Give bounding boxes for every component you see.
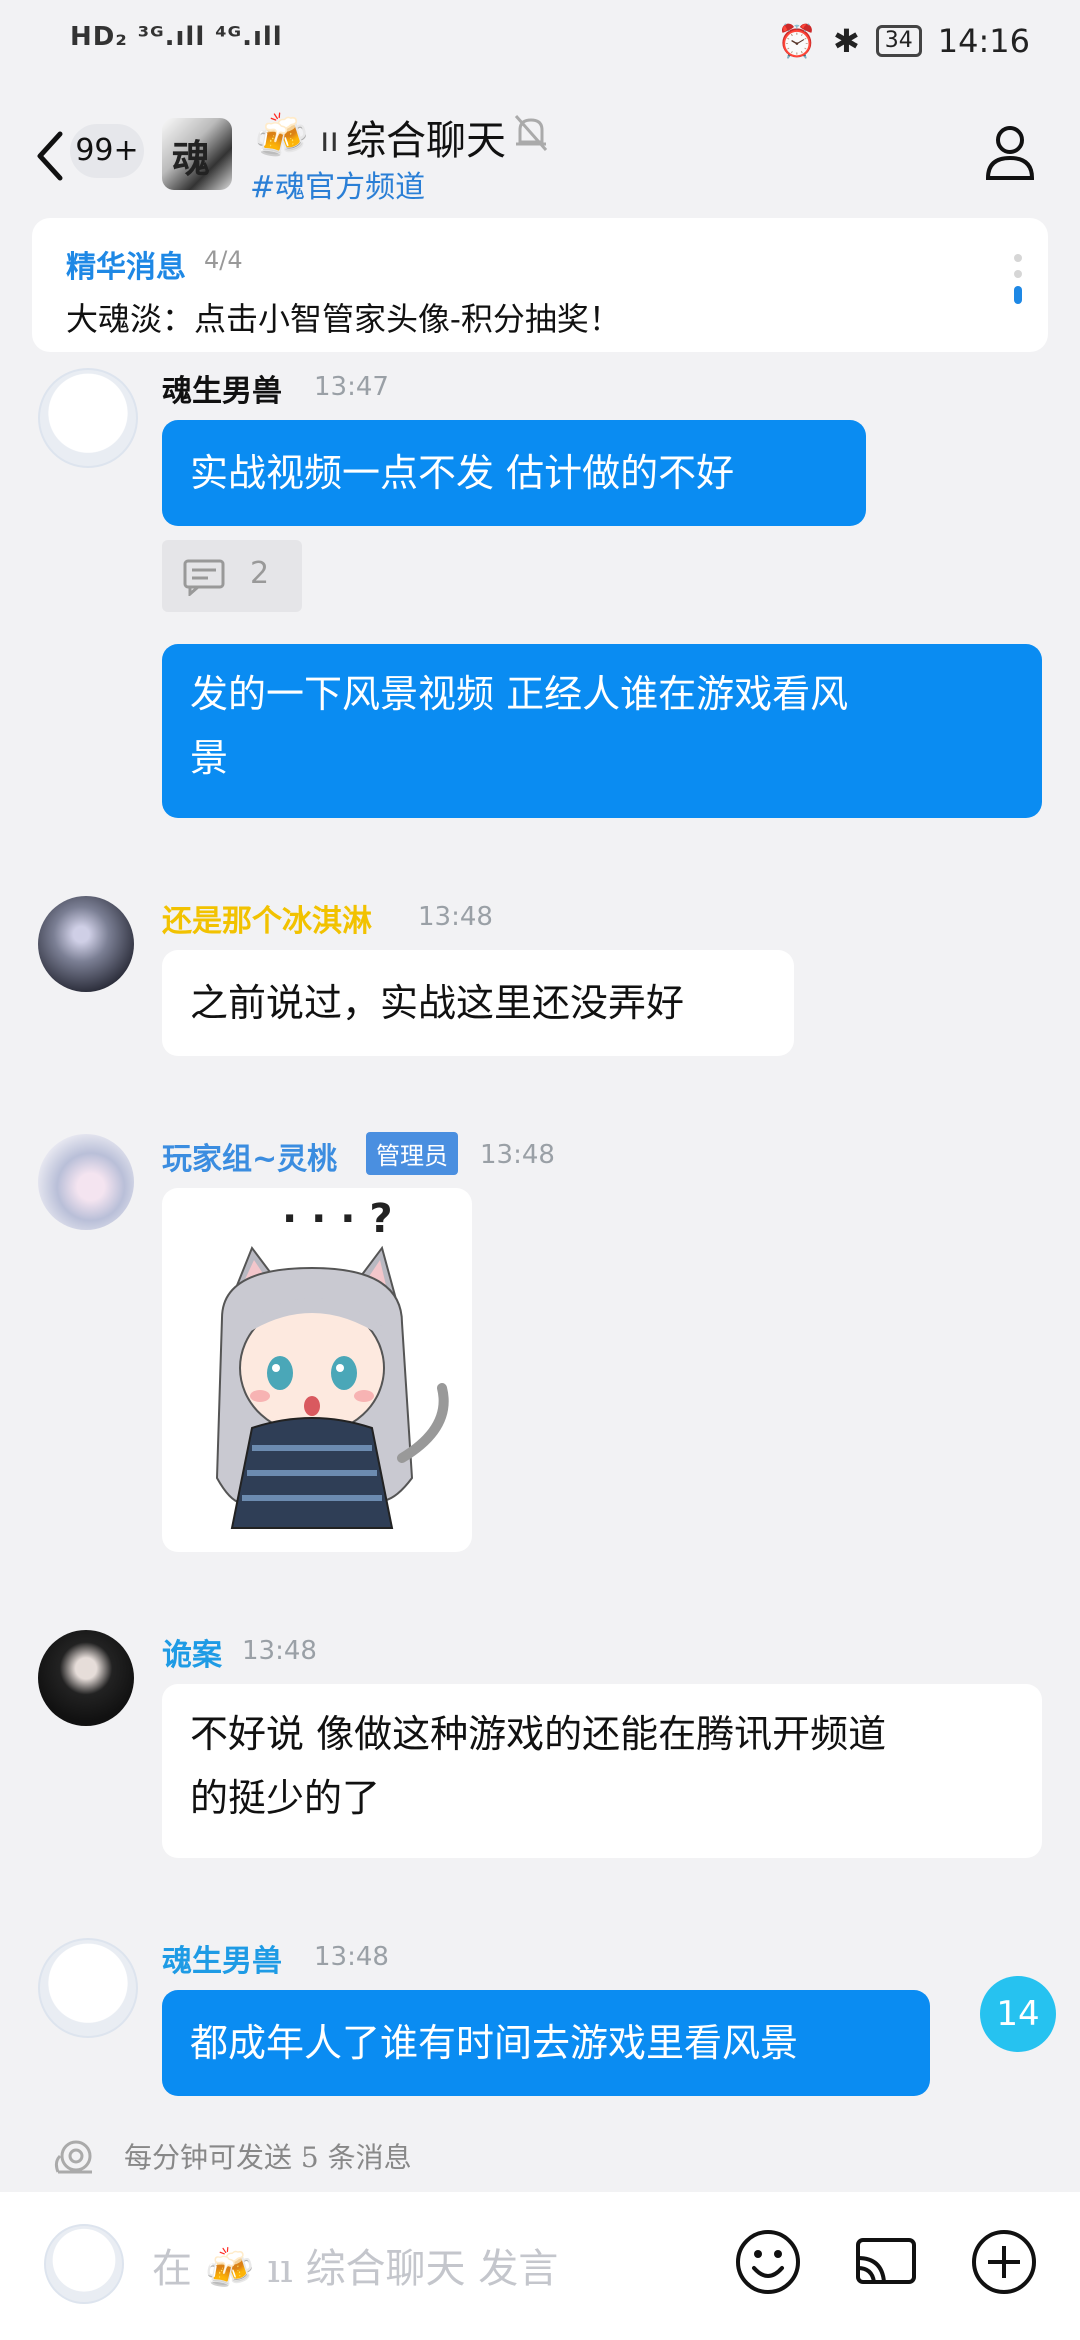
screen-share-icon[interactable] [852, 2228, 920, 2296]
message-bubble[interactable]: 之前说过，实战这里还没弄好 [162, 950, 794, 1056]
reply-count: 2 [250, 556, 270, 591]
emoji-icon[interactable] [734, 2228, 802, 2296]
message-bubble[interactable]: 实战视频一点不发 估计做的不好 [162, 420, 866, 526]
status-right: ⏰ ✱ 34 14:16 [777, 22, 1030, 60]
plus-icon[interactable] [970, 2228, 1038, 2296]
beer-emoji-icon: 🍻 [254, 111, 309, 162]
clock: 14:16 [937, 22, 1030, 60]
avatar[interactable] [38, 1938, 138, 2038]
sender-name[interactable]: 玩家组~灵桃 [162, 1134, 337, 1178]
message-bubble[interactable]: 都成年人了谁有时间去游戏里看风景 [162, 1990, 930, 2096]
reply-thread-button[interactable]: 2 [162, 540, 302, 612]
pinned-messages-card[interactable]: 精华消息 4/4 大魂淡：点击小智管家头像-积分抽奖！ [32, 218, 1048, 352]
avatar[interactable] [38, 368, 138, 468]
message-bubble[interactable]: 发的一下风景视频 正经人谁在游戏看风 景 [162, 644, 1042, 818]
back-arrow-icon[interactable] [30, 128, 70, 184]
avatar[interactable] [38, 1630, 134, 1726]
new-messages-badge[interactable]: 14 [980, 1976, 1056, 2052]
message-time: 13:48 [314, 1942, 389, 1972]
pinned-text: 大魂淡：点击小智管家头像-积分抽奖！ [66, 300, 621, 338]
channel-avatar[interactable]: 魂 [162, 118, 232, 190]
sticker-image[interactable]: · · · ? [162, 1188, 472, 1552]
admin-badge: 管理员 [366, 1132, 458, 1175]
pinned-page-indicator [1014, 254, 1024, 312]
message-time: 13:47 [314, 372, 389, 402]
comment-icon [183, 559, 225, 596]
message-line: 不好说 像做这种游戏的还能在腾讯开频道 [190, 1712, 887, 1756]
beer-emoji-icon: 🍻 [204, 2246, 255, 2292]
sender-name[interactable]: 还是那个冰淇淋 [162, 896, 372, 940]
sender-name[interactable]: 诡案 [162, 1630, 222, 1674]
bluetooth-icon: ✱ [832, 22, 860, 60]
unread-count-badge[interactable]: 99+ [70, 124, 144, 178]
sender-name[interactable]: 魂生男兽 [162, 366, 282, 410]
message-time: 13:48 [480, 1140, 555, 1170]
message-line: 发的一下风景视频 正经人谁在游戏看风 [190, 672, 849, 716]
alarm-icon: ⏰ [777, 22, 817, 60]
message-line: 景 [190, 736, 229, 780]
mute-bell-icon [514, 115, 548, 151]
message-time: 13:48 [242, 1636, 317, 1666]
message-time: 13:48 [418, 902, 493, 932]
channel-title[interactable]: 综合聊天 [346, 108, 506, 166]
avatar[interactable] [38, 896, 134, 992]
cat-girl-sticker [215, 1245, 449, 1529]
my-avatar[interactable] [44, 2224, 124, 2304]
avatar[interactable] [38, 1134, 134, 1230]
status-bar: HD₂ ³ᴳ.ıll ⁴ᴳ.ıll ⏰ ✱ 34 14:16 [0, 0, 1080, 90]
message-bubble[interactable]: 不好说 像做这种游戏的还能在腾讯开频道 的挺少的了 [162, 1684, 1042, 1858]
sender-name[interactable]: 魂生男兽 [162, 1936, 282, 1980]
battery-icon: 34 [875, 25, 922, 57]
network-indicators: HD₂ ³ᴳ.ıll ⁴ᴳ.ıll [70, 22, 283, 52]
message-input[interactable]: 在 🍻 ıı 综合聊天 发言 [152, 2236, 558, 2294]
message-line: 的挺少的了 [190, 1776, 381, 1820]
profile-icon[interactable] [982, 122, 1038, 182]
pinned-count: 4/4 [204, 246, 243, 274]
snail-icon [54, 2140, 92, 2174]
pinned-label: 精华消息 [66, 250, 186, 285]
channel-subtitle[interactable]: #魂官方频道 [250, 162, 425, 206]
divider-mark: ıı [320, 120, 339, 160]
rate-limit-text: 每分钟可发送 5 条消息 [124, 2141, 412, 2174]
